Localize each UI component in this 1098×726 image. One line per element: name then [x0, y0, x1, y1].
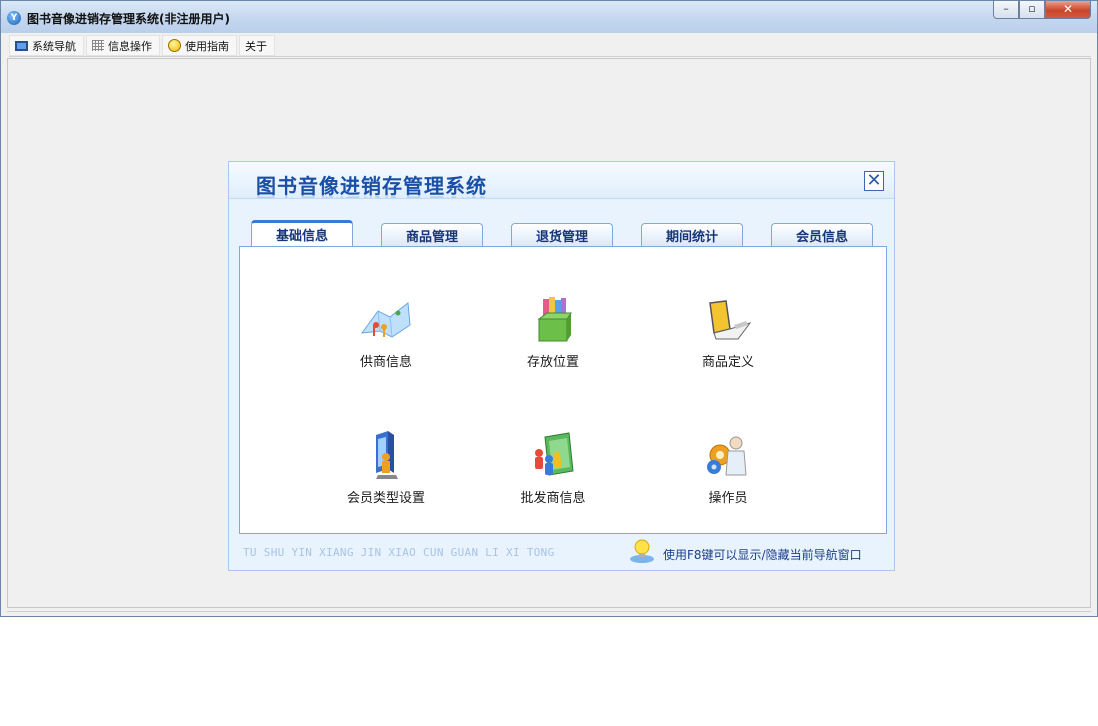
menu-item-label: 系统导航 — [32, 39, 76, 53]
storage-box-icon — [523, 295, 583, 345]
window-title: 图书音像进销存管理系统(非注册用户) — [27, 12, 230, 26]
member-type-icon — [356, 431, 416, 481]
tab-panel-basic-info: 供商信息 存放位置 商品定义 会员类型设置 批发商信息 操作员 — [239, 246, 887, 534]
footer-pinyin: TU SHU YIN XIANG JIN XIAO CUN GUAN LI XI… — [243, 546, 555, 559]
grid-icon — [92, 40, 104, 51]
menu-item-label: 关于 — [245, 39, 267, 53]
nav-item-label: 供商信息 — [359, 355, 412, 370]
lightbulb-icon — [627, 538, 657, 564]
nav-item-label: 操作员 — [708, 491, 748, 506]
nav-item-label: 批发商信息 — [520, 491, 586, 506]
tab-product-management[interactable]: 商品管理 — [381, 223, 483, 246]
menu-item-guide[interactable]: 使用指南 — [162, 35, 237, 56]
nav-item-label: 商品定义 — [701, 355, 754, 370]
wholesaler-folder-icon — [523, 431, 583, 481]
nav-item-product-definition[interactable]: 商品定义 — [668, 295, 788, 370]
tab-member-info[interactable]: 会员信息 — [771, 223, 873, 246]
close-button[interactable]: ✕ — [1045, 1, 1091, 19]
nav-item-label: 存放位置 — [526, 355, 579, 370]
tab-period-statistics[interactable]: 期间统计 — [641, 223, 743, 246]
product-laptop-icon — [698, 295, 758, 345]
nav-item-storage-location[interactable]: 存放位置 — [493, 295, 613, 370]
nav-item-supplier-info[interactable]: 供商信息 — [326, 295, 446, 370]
nav-close-button[interactable]: ✕ — [864, 171, 884, 191]
footer-tip: 使用F8键可以显示/隐藏当前导航窗口 — [663, 548, 862, 562]
nav-item-wholesaler-info[interactable]: 批发商信息 — [493, 431, 613, 506]
monitor-icon — [15, 40, 28, 51]
menu-divider — [9, 56, 1091, 57]
nav-header: 图书音像进销存管理系统 图书音像进销存管理系统 ✕ — [229, 162, 894, 199]
nav-item-operator[interactable]: 操作员 — [668, 431, 788, 506]
title-bar[interactable]: Y 图书音像进销存管理系统(非注册用户) – ▫ ✕ — [1, 1, 1097, 33]
supplier-map-icon — [356, 295, 416, 345]
menu-item-info-ops[interactable]: 信息操作 — [86, 35, 160, 56]
restore-button[interactable]: ▫ — [1019, 1, 1045, 19]
navigation-panel: 图书音像进销存管理系统 图书音像进销存管理系统 ✕ 基础信息 商品管理 退货管理… — [228, 161, 895, 571]
app-window: Y 图书音像进销存管理系统(非注册用户) – ▫ ✕ 系统导航 信息操作 使用指… — [0, 0, 1098, 617]
menu-item-about[interactable]: 关于 — [239, 35, 275, 56]
tab-returns-management[interactable]: 退货管理 — [511, 223, 613, 246]
window-controls: – ▫ ✕ — [993, 1, 1091, 20]
nav-title-reflection: 图书音像进销存管理系统 — [256, 192, 487, 198]
app-logo-icon: Y — [7, 11, 21, 25]
tab-basic-info[interactable]: 基础信息 — [251, 220, 353, 246]
nav-item-member-type-settings[interactable]: 会员类型设置 — [326, 431, 446, 506]
status-divider — [7, 611, 1091, 612]
smiley-icon — [168, 39, 181, 52]
menu-item-label: 使用指南 — [185, 39, 229, 53]
minimize-button[interactable]: – — [993, 1, 1019, 19]
menu-item-label: 信息操作 — [108, 39, 152, 53]
menu-item-system-nav[interactable]: 系统导航 — [9, 35, 84, 56]
nav-tabs: 基础信息 商品管理 退货管理 期间统计 会员信息 — [251, 220, 901, 246]
menu-bar: 系统导航 信息操作 使用指南 关于 — [9, 35, 277, 56]
nav-item-label: 会员类型设置 — [346, 491, 425, 506]
operator-icon — [698, 431, 758, 481]
